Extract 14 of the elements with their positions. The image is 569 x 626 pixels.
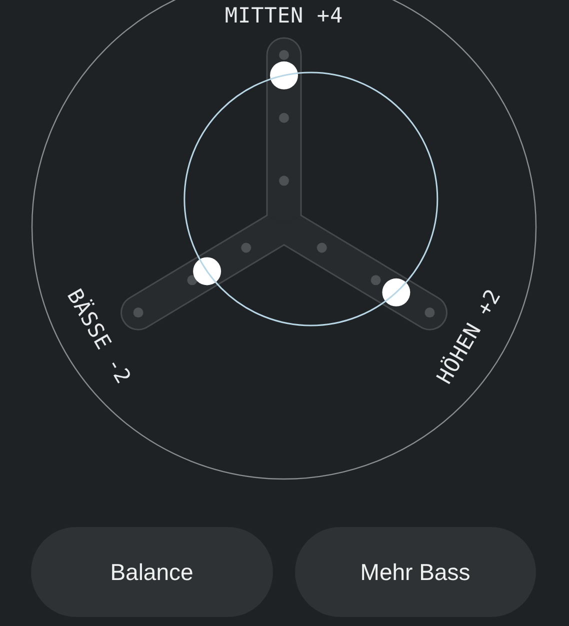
slider-thumb[interactable] — [270, 61, 298, 90]
track-dot — [316, 242, 327, 253]
track-dot — [370, 275, 381, 286]
preset-button[interactable]: Mehr Bass — [294, 527, 536, 617]
track-dot — [279, 176, 289, 186]
track-dot — [133, 308, 144, 318]
track-dot — [241, 242, 252, 253]
preset-button[interactable]: Balance — [31, 527, 272, 617]
slider-thumb[interactable] — [382, 278, 410, 306]
track-dot — [279, 50, 289, 60]
band-label: MITTEN +4 — [224, 4, 344, 28]
track-dot — [279, 112, 289, 123]
slider-thumb[interactable] — [193, 257, 222, 286]
track-dot — [424, 308, 435, 318]
